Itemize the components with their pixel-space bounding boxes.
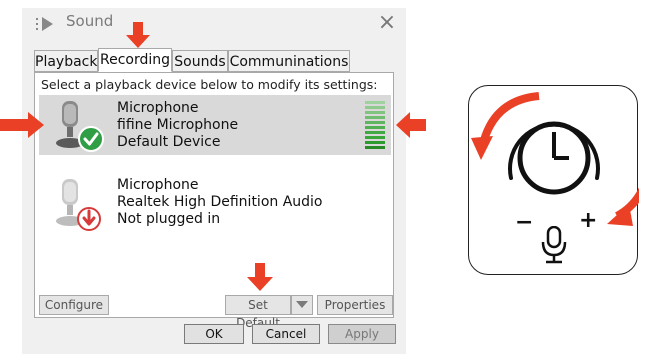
device-list-panel: Select a playback device below to modify… [34, 72, 394, 330]
close-icon: × [377, 10, 397, 35]
plus-label: + [579, 208, 598, 233]
pointer-arrow-right-icon [0, 112, 44, 138]
instruction-text: Select a playback device below to modify… [41, 77, 378, 92]
pointer-arrow-down-icon [126, 22, 150, 48]
level-meter [365, 101, 385, 149]
microphone-default-check-icon [56, 101, 104, 152]
button-label: Apply [345, 327, 379, 341]
tab-label: Sounds [174, 54, 226, 70]
tab-communications[interactable]: Communinations [228, 50, 350, 72]
close-button[interactable]: × [374, 11, 400, 35]
tab-recording[interactable]: Recording [98, 48, 172, 72]
chevron-down-icon [296, 301, 308, 308]
device-status: Not plugged in [117, 211, 221, 227]
device-status: Default Device [117, 134, 221, 150]
button-label: Properties [324, 298, 386, 312]
pointer-arrow-left-icon [396, 112, 426, 138]
device-list-item[interactable]: Microphone fifine Microphone Default Dev… [39, 95, 391, 155]
device-description: Realtek High Definition Audio [117, 194, 323, 210]
ok-button[interactable]: OK [184, 324, 244, 344]
device-description: fifine Microphone [117, 117, 239, 133]
speaker-icon [36, 17, 53, 31]
set-default-dropdown[interactable] [291, 295, 313, 315]
button-label: OK [205, 327, 223, 341]
device-name: Microphone [117, 100, 199, 116]
button-label: Cancel [265, 327, 307, 341]
microphone-unplugged-icon [56, 179, 101, 231]
tab-label: Communinations [229, 54, 349, 70]
microphone-icon [541, 226, 567, 264]
tab-label: Playback [35, 54, 98, 70]
sound-dialog: Sound × Playback Recording Sounds Commun… [22, 8, 406, 354]
tab-label: Recording [99, 52, 171, 68]
pointer-arrow-down-icon [247, 263, 273, 291]
title-bar: Sound × [22, 8, 406, 38]
configure-button[interactable]: Configure [39, 295, 109, 315]
tab-sounds[interactable]: Sounds [172, 50, 228, 72]
tab-playback[interactable]: Playback [34, 50, 98, 72]
properties-button[interactable]: Properties [317, 295, 393, 315]
button-label: Configure [44, 298, 104, 312]
minus-label: − [515, 210, 534, 235]
volume-knob-card: − + [468, 85, 639, 275]
set-default-button[interactable]: Set Default [225, 295, 291, 330]
cancel-button[interactable]: Cancel [252, 324, 320, 344]
device-name: Microphone [117, 177, 199, 193]
apply-button[interactable]: Apply [328, 324, 396, 344]
dialog-title: Sound [66, 12, 114, 30]
device-list-item[interactable]: Microphone Realtek High Definition Audio… [39, 173, 391, 233]
